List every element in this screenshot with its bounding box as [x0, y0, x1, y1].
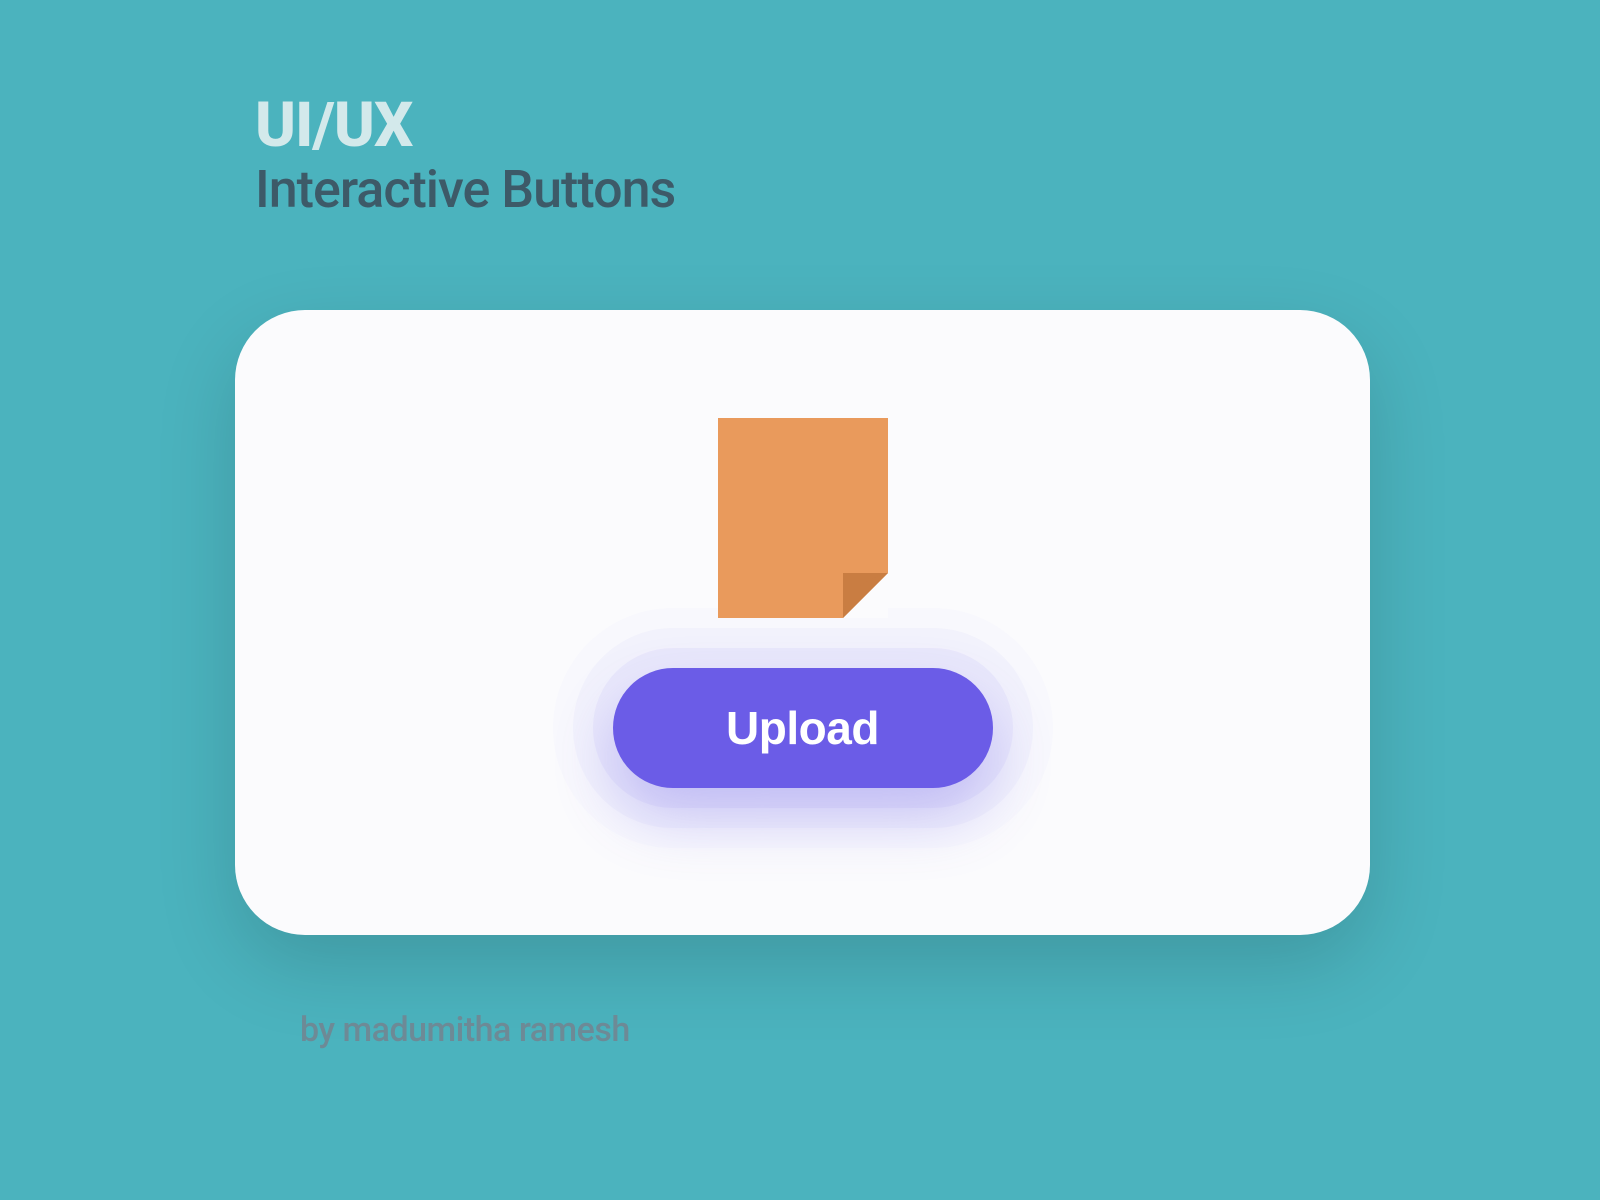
- upload-button[interactable]: Upload: [613, 668, 993, 788]
- page-subtitle: Interactive Buttons: [255, 159, 675, 220]
- page-header: UI/UX Interactive Buttons: [255, 95, 675, 220]
- upload-card: Upload: [235, 310, 1370, 935]
- credit-text: by madumitha ramesh: [300, 1010, 630, 1050]
- document-icon: [718, 418, 888, 618]
- page-title: UI/UX: [255, 95, 675, 157]
